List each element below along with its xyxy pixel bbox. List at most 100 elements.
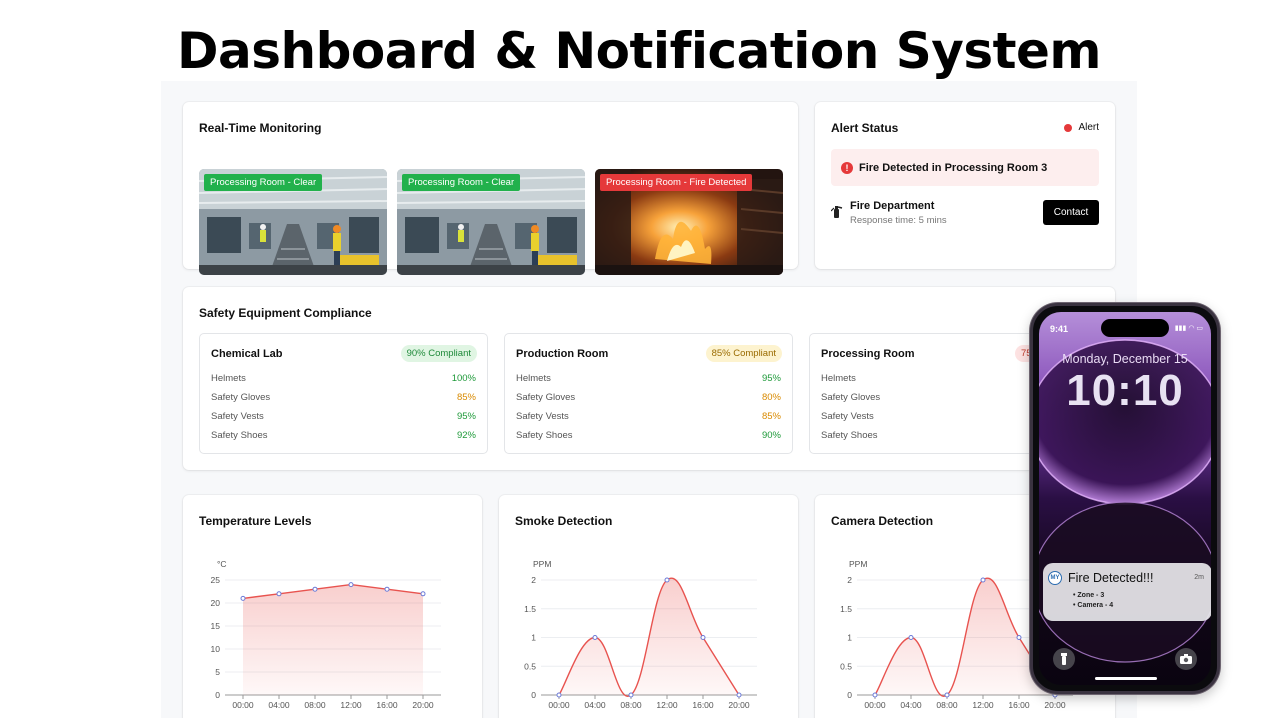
smoke-chart: 0 0.5 1 1.5 2 PPM 00:00 04:00 08:00 12:00 16:00 20:…: [524, 559, 757, 710]
data-point: [348, 582, 354, 588]
series-area: [243, 584, 423, 695]
alert-indicator: Alert: [1064, 122, 1099, 133]
equipment-label: Safety Vests: [516, 411, 569, 422]
x-tick-label: 04:00: [900, 700, 922, 710]
camera-status-badge: Processing Room - Clear: [204, 174, 323, 191]
equipment-label: Safety Vests: [821, 411, 874, 422]
room-compliance-card: Chemical Lab 90% Compliant Helmets 100% Safe…: [199, 333, 488, 454]
y-axis-label: PPM: [533, 559, 551, 569]
camera-status-badge: Processing Room - Clear: [402, 174, 521, 191]
y-tick-label: 15: [211, 621, 221, 631]
room-name: Chemical Lab: [211, 348, 283, 360]
data-point: [384, 586, 390, 592]
equipment-row: Helmets 95%: [516, 373, 781, 384]
data-point: [420, 591, 426, 597]
y-tick-label: 1.5: [840, 604, 852, 614]
x-tick-label: 00:00: [864, 700, 886, 710]
alert-message: Fire Detected in Processing Room 3: [859, 161, 1048, 174]
equipment-row: Safety Shoes 92%: [211, 430, 476, 441]
contact-button[interactable]: Contact: [1043, 200, 1099, 225]
lock-date: Monday, December 15: [1062, 352, 1188, 366]
equipment-row: Safety Vests 85%: [516, 411, 781, 422]
y-tick-label: 2: [531, 575, 536, 585]
y-tick-label: 1: [531, 633, 536, 643]
equipment-value: 100%: [451, 373, 476, 384]
equipment-label: Safety Shoes: [821, 430, 878, 441]
compliance-card: Safety Equipment Compliance Chemical Lab…: [183, 287, 1115, 470]
data-point: [736, 692, 742, 698]
lock-screen: 9:41 ▮▮▮ ◠ ▭ Monday, December 15 10:10 M…: [1039, 312, 1211, 685]
y-tick-label: 10: [211, 644, 221, 654]
equipment-value: 80%: [761, 392, 781, 403]
equipment-label: Helmets: [516, 373, 551, 384]
y-tick-label: 0.5: [840, 661, 852, 671]
page-title: Dashboard & Notification System: [176, 22, 1102, 80]
data-point: [240, 595, 246, 601]
equipment-value: 92%: [456, 430, 476, 441]
x-tick-label: 16:00: [692, 700, 714, 710]
equipment-label: Helmets: [211, 373, 246, 384]
x-tick-label: 20:00: [728, 700, 750, 710]
x-tick-label: 08:00: [620, 700, 642, 710]
equipment-value: 85%: [761, 411, 781, 422]
equipment-label: Safety Gloves: [211, 392, 271, 403]
x-tick-label: 04:00: [268, 700, 290, 710]
notification-line: • Zone - 3: [1073, 592, 1105, 599]
x-tick-label: 00:00: [548, 700, 570, 710]
data-point: [700, 635, 706, 640]
alert-status-card: Alert Status Alert ! Fire Detected in Pr…: [815, 102, 1115, 269]
data-point: [276, 591, 282, 597]
fire-extinguisher-icon: [830, 205, 843, 221]
equipment-label: Safety Shoes: [211, 430, 268, 441]
y-axis-label: PPM: [849, 559, 867, 569]
y-tick-label: 5: [215, 667, 220, 677]
y-tick-label: 25: [211, 575, 221, 585]
x-tick-label: 20:00: [412, 700, 434, 710]
x-tick-label: 12:00: [340, 700, 362, 710]
equipment-label: Helmets: [821, 373, 856, 384]
data-point: [628, 692, 634, 698]
y-tick-label: 0: [215, 690, 220, 700]
camera-feed[interactable]: Processing Room - Clear: [199, 169, 387, 275]
camera-feed[interactable]: Processing Room - Clear: [397, 169, 585, 275]
app-icon: MY: [1048, 571, 1062, 585]
equipment-row: Safety Gloves 85%: [211, 392, 476, 403]
y-tick-label: 1: [847, 633, 852, 643]
data-point: [556, 692, 562, 698]
signal-wifi-battery-icon: ▮▮▮ ◠ ▭: [1174, 325, 1203, 332]
equipment-row: Safety Gloves 80%: [516, 392, 781, 403]
data-point: [312, 586, 318, 592]
data-point: [944, 692, 950, 698]
equipment-label: Safety Vests: [211, 411, 264, 422]
x-tick-label: 20:00: [1044, 700, 1066, 710]
y-tick-label: 0: [531, 690, 536, 700]
x-tick-label: 08:00: [936, 700, 958, 710]
data-point: [664, 577, 670, 583]
phone-frame: 9:41 ▮▮▮ ◠ ▭ Monday, December 15 10:10 M…: [1030, 303, 1220, 694]
x-tick-label: 08:00: [304, 700, 326, 710]
equipment-label: Safety Shoes: [516, 430, 573, 441]
x-tick-label: 04:00: [584, 700, 606, 710]
response-time: Response time: 5 mins: [850, 215, 947, 226]
temperature-chart-card: Temperature Levels 0 5 10 15 20 25 °C 00:00 04:0…: [183, 495, 482, 718]
exclamation-circle-icon: !: [841, 161, 853, 174]
room-name: Production Room: [516, 348, 609, 360]
push-notification[interactable]: MY Fire Detected!!! 2m • Zone - 3 • Came…: [1043, 563, 1211, 621]
flashlight-icon[interactable]: [1053, 648, 1075, 670]
status-time: 9:41: [1050, 324, 1069, 334]
data-point: [908, 635, 914, 640]
alert-indicator-label: Alert: [1078, 122, 1099, 133]
contact-name: Fire Department: [850, 200, 935, 212]
notification-age: 2m: [1194, 574, 1204, 581]
notification-line: • Camera - 4: [1073, 602, 1114, 609]
equipment-value: 95%: [761, 373, 781, 384]
x-tick-label: 12:00: [972, 700, 994, 710]
camera-icon[interactable]: [1175, 648, 1197, 670]
equipment-row: Helmets 100%: [211, 373, 476, 384]
dashboard-panel: Real-Time Monitoring Processing Room - C…: [161, 81, 1137, 718]
notification-title: Fire Detected!!!: [1068, 571, 1154, 585]
equipment-label: Safety Gloves: [516, 392, 576, 403]
compliance-title: Safety Equipment Compliance: [199, 306, 372, 320]
dynamic-island: [1101, 319, 1169, 337]
camera-feed[interactable]: Processing Room - Fire Detected: [595, 169, 783, 275]
